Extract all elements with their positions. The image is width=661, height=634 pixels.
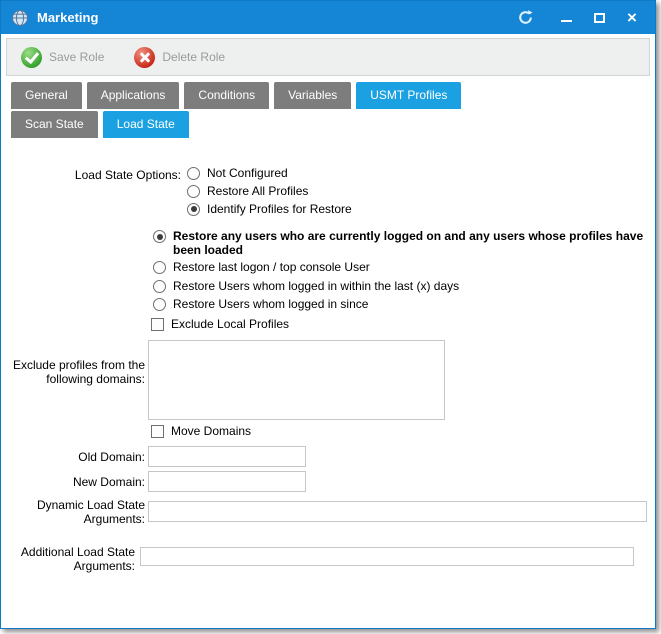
marketing-window: Marketing × Save Role Delete Role Genera… [0,0,656,629]
old-domain-label: Old Domain: [9,450,145,464]
close-button[interactable]: × [619,6,645,30]
new-domain-label: New Domain: [9,475,145,489]
additional-args-input[interactable] [140,547,634,566]
radio-restore-last-logon[interactable]: Restore last logon / top console User [153,260,370,274]
radio-restore-logged-in-since[interactable]: Restore Users whom logged in since [153,297,368,311]
refresh-icon [517,9,534,26]
radio-label: Restore last logon / top console User [173,260,370,274]
radio-label: Not Configured [207,166,288,180]
window-title: Marketing [37,10,505,25]
additional-args-label: Additional Load State Arguments: [5,545,135,573]
save-role-button[interactable]: Save Role [21,47,104,68]
tab-load-state[interactable]: Load State [103,111,189,138]
radio-icon[interactable] [153,261,166,274]
radio-label: Restore any users who are currently logg… [173,229,649,257]
new-domain-input[interactable] [148,471,306,492]
old-domain-input[interactable] [148,446,306,467]
save-check-icon [21,47,42,68]
maximize-icon [594,13,605,23]
titlebar: Marketing × [1,1,655,34]
checkbox-label: Move Domains [171,424,251,438]
radio-icon[interactable] [187,167,200,180]
radio-icon[interactable] [187,185,200,198]
refresh-button[interactable] [512,6,538,30]
tab-general[interactable]: General [11,82,82,109]
radio-restore-last-x-days[interactable]: Restore Users whom logged in within the … [153,279,459,293]
app-globe-icon [11,9,29,27]
radio-restore-logged-on-users[interactable]: Restore any users who are currently logg… [153,229,649,257]
exclude-domains-textarea[interactable] [148,340,445,420]
tab-variables[interactable]: Variables [274,82,351,109]
maximize-button[interactable] [586,6,612,30]
close-icon: × [627,9,637,26]
main-tab-strip: General Applications Conditions Variable… [11,82,461,109]
tab-usmt-profiles[interactable]: USMT Profiles [356,82,461,109]
tab-applications[interactable]: Applications [87,82,180,109]
checkbox-icon[interactable] [151,318,164,331]
exclude-local-profiles-checkbox[interactable]: Exclude Local Profiles [151,317,289,331]
tab-conditions[interactable]: Conditions [184,82,269,109]
checkbox-icon[interactable] [151,425,164,438]
minimize-button[interactable] [553,6,579,30]
radio-icon[interactable] [153,280,166,293]
radio-label: Identify Profiles for Restore [207,202,352,216]
dynamic-args-label: Dynamic Load State Arguments: [9,498,145,526]
dynamic-args-input[interactable] [148,501,647,522]
sub-tab-strip: Scan State Load State [11,111,189,138]
move-domains-checkbox[interactable]: Move Domains [151,424,251,438]
save-role-label: Save Role [49,50,104,64]
radio-icon[interactable] [153,298,166,311]
delete-role-button[interactable]: Delete Role [134,47,225,68]
exclude-domains-label: Exclude profiles from the following doma… [9,358,145,386]
load-state-options-label: Load State Options: [31,168,181,182]
radio-option-not-configured[interactable]: Not Configured [187,166,288,180]
checkbox-label: Exclude Local Profiles [171,317,289,331]
radio-icon[interactable] [153,230,166,243]
minimize-icon [561,20,572,22]
tab-scan-state[interactable]: Scan State [11,111,98,138]
delete-role-label: Delete Role [162,50,225,64]
radio-option-identify-profiles[interactable]: Identify Profiles for Restore [187,202,352,216]
radio-icon[interactable] [187,203,200,216]
radio-label: Restore Users whom logged in since [173,297,368,311]
radio-option-restore-all-profiles[interactable]: Restore All Profiles [187,184,308,198]
radio-label: Restore All Profiles [207,184,308,198]
radio-label: Restore Users whom logged in within the … [173,279,459,293]
toolbar: Save Role Delete Role [6,38,650,76]
delete-x-icon [134,47,155,68]
